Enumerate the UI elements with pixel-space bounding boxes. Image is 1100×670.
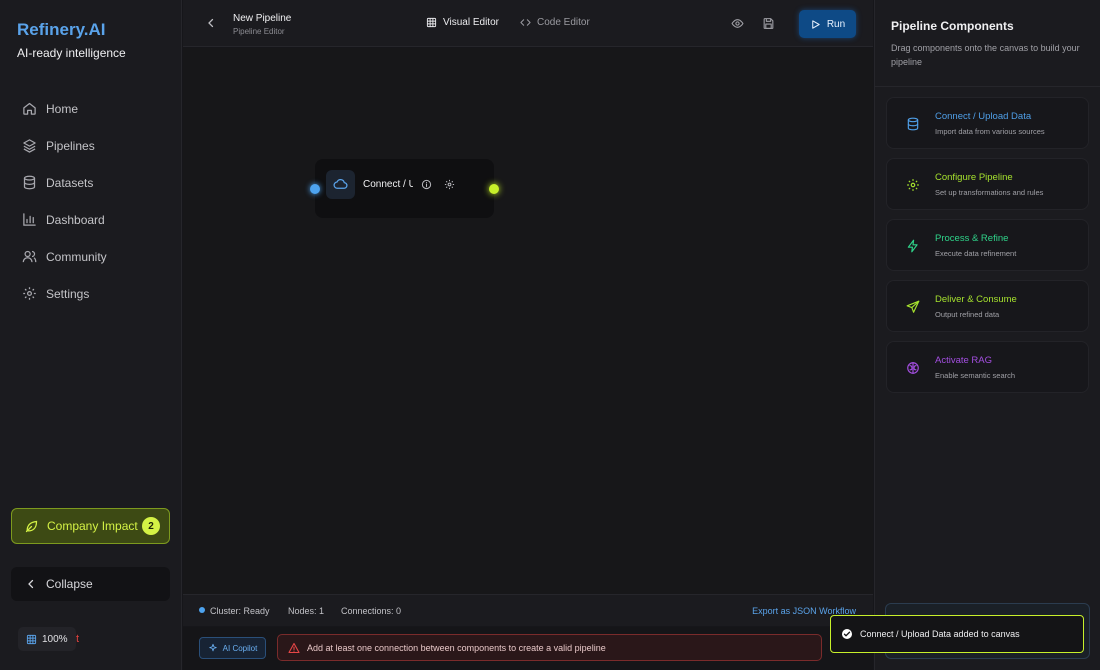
lightning-icon [906,239,920,253]
components-panel: Pipeline Components Drag components onto… [874,0,1100,670]
validation-warning-text: Add at least one connection between comp… [307,642,606,653]
bar-chart-icon [22,212,37,227]
database-icon [906,117,920,131]
component-desc: Output refined data [935,310,1000,319]
tab-label: Code Editor [537,17,590,28]
sidebar-item-label: Pipelines [46,138,95,153]
pipeline-subtitle: Pipeline Editor [233,27,285,36]
component-desc: Set up transformations and rules [935,188,1044,197]
collapse-button[interactable]: Collapse [11,567,170,601]
company-impact-button[interactable]: Company Impact 2 [11,508,170,544]
node-input-port[interactable] [310,184,320,194]
component-connect-upload[interactable]: Connect / Upload Data Import data from v… [886,97,1089,149]
zoom-control[interactable]: 100% [18,627,76,651]
component-title: Deliver & Consume [935,294,1017,305]
component-activate-rag[interactable]: Activate RAG Enable semantic search [886,341,1089,393]
tab-visual-editor[interactable]: Visual Editor [426,17,499,28]
zoom-level: 100% [42,633,68,645]
toast-notification: Connect / Upload Data added to canvas [830,615,1084,653]
sidebar-item-label: Datasets [46,175,94,190]
home-icon [22,101,37,116]
leaf-icon [24,519,39,534]
connection-count: Connections: 0 [341,606,402,616]
pipeline-node[interactable]: Connect / Upload Data [315,159,494,218]
component-title: Configure Pipeline [935,172,1013,183]
cloud-icon [326,170,355,199]
editor-topbar: New Pipeline Pipeline Editor Visual Edit… [183,0,873,47]
pipeline-canvas[interactable]: Connect / Upload Data [183,48,873,594]
sidebar-item-settings[interactable]: Settings [12,275,170,312]
database-icon [22,175,37,190]
toast-message: Connect / Upload Data added to canvas [860,629,1020,639]
gear-icon [906,178,920,192]
grid-icon [426,17,437,28]
node-output-port[interactable] [489,184,499,194]
node-count: Nodes: 1 [288,606,325,616]
bottom-bar: AI Copilot Add at least one connection b… [183,627,873,670]
sidebar-item-label: Community [46,249,107,264]
sidebar-item-datasets[interactable]: Datasets [12,164,170,201]
cluster-status-dot [199,607,205,613]
sidebar-item-community[interactable]: Community [12,238,170,275]
panel-title: Pipeline Components [891,19,1014,33]
component-title: Activate RAG [935,355,993,366]
pipeline-name: New Pipeline [233,13,292,24]
collapse-label: Collapse [46,577,93,591]
chevron-left-icon [25,578,37,590]
component-title: Process & Refine [935,233,1009,244]
sidebar-item-label: Settings [46,286,90,301]
sidebar-item-label: Dashboard [46,212,105,227]
component-configure-pipeline[interactable]: Configure Pipeline Set up transformation… [886,158,1089,210]
brain-icon [906,361,920,375]
component-title: Connect / Upload Data [935,111,1032,122]
component-desc: Execute data refinement [935,249,1017,258]
info-icon[interactable] [421,179,432,190]
eye-icon[interactable] [731,17,744,30]
company-impact-badge: 2 [142,517,160,535]
layers-icon [22,138,37,153]
save-icon[interactable] [762,17,775,30]
sidebar-item-dashboard[interactable]: Dashboard [12,201,170,238]
component-desc: Enable semantic search [935,371,1016,380]
run-label: Run [826,18,846,30]
node-label: Connect / Upload Data [363,179,413,190]
divider [875,86,1100,87]
sidebar-item-pipelines[interactable]: Pipelines [12,127,170,164]
sidebar-item-label: Home [46,101,79,116]
back-button[interactable] [205,17,217,29]
ai-copilot-label: AI Copilot [222,643,258,653]
tab-label: Visual Editor [443,17,499,28]
warning-icon [288,642,300,654]
gear-icon [22,286,37,301]
sidebar-nav: Home Pipelines Datasets Dashboard Commun… [12,90,170,312]
component-process-refine[interactable]: Process & Refine Execute data refinement [886,219,1089,271]
tab-code-editor[interactable]: Code Editor [520,17,590,28]
brand-logo[interactable]: Refinery.AI [17,20,106,40]
sidebar: Refinery.AI AI-ready intelligence Home P… [0,0,182,670]
component-desc: Import data from various sources [935,127,1045,136]
brand-tagline: AI-ready intelligence [17,46,126,60]
cluster-status: Cluster: Ready [210,606,270,616]
hidden-label-fragment: t [76,633,80,645]
sparkle-icon [208,643,218,653]
users-icon [22,249,37,264]
play-icon [810,19,821,30]
component-deliver-consume[interactable]: Deliver & Consume Output refined data [886,280,1089,332]
company-impact-label: Company Impact [47,519,138,533]
run-button[interactable]: Run [799,10,856,38]
validation-warning: Add at least one connection between comp… [277,634,822,661]
grid-icon [26,634,37,645]
gear-icon[interactable] [444,179,455,190]
ai-copilot-button[interactable]: AI Copilot [199,637,266,659]
status-bar: Cluster: Ready Nodes: 1 Connections: 0 E… [183,594,873,626]
send-icon [906,300,920,314]
panel-subtitle: Drag components onto the canvas to build… [891,43,1080,67]
check-circle-icon [841,628,853,640]
sidebar-item-home[interactable]: Home [12,90,170,127]
code-icon [520,17,531,28]
